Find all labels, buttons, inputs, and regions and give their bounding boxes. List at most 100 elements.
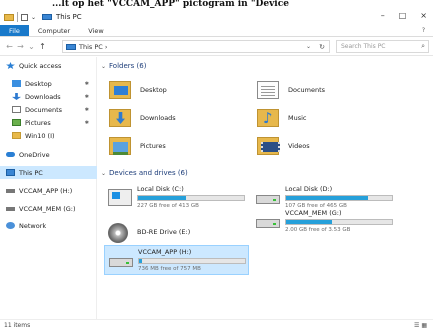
- music-folder-icon: [257, 109, 279, 127]
- drive-capacity-fill: [286, 220, 332, 224]
- toolbar-divider: [17, 12, 18, 22]
- address-bar-row: ← → ⌄ ↑ This PC › ⌄ ↻ Search This PC ⌕: [0, 37, 433, 56]
- this-pc-icon: [42, 14, 53, 20]
- this-pc-icon: [66, 43, 76, 50]
- pin-icon: ✱: [84, 106, 89, 113]
- chevron-down-icon: ⌄: [101, 62, 107, 70]
- drive-capacity-bar: [138, 258, 246, 264]
- folder-item[interactable]: Videos: [257, 133, 397, 159]
- folder-icon[interactable]: [4, 13, 14, 21]
- folder-label: Downloads: [140, 114, 176, 122]
- pin-icon: ✱: [84, 119, 89, 126]
- network-icon: [6, 222, 15, 229]
- videos-folder-icon: [257, 137, 280, 155]
- folder-label: Desktop: [140, 86, 167, 94]
- tab-view[interactable]: View: [79, 25, 112, 36]
- folder-item[interactable]: Documents: [257, 77, 397, 103]
- sidebar-item-label: VCCAM_APP (H:): [19, 186, 73, 195]
- drive-name: BD-RE Drive (E:): [137, 228, 191, 236]
- drive-item[interactable]: Local Disk (C:) 227 GB free of 413 GB: [104, 183, 249, 213]
- drive-capacity-bar: [137, 195, 245, 201]
- window-title: This PC: [56, 13, 82, 21]
- close-button[interactable]: ×: [420, 11, 427, 20]
- sidebar-item-label: OneDrive: [19, 150, 50, 159]
- drive-capacity-bar: [285, 195, 393, 201]
- properties-icon[interactable]: [21, 13, 28, 21]
- usb-drive-icon: [109, 258, 133, 267]
- sidebar-item-label: Downloads: [25, 92, 61, 101]
- forward-button[interactable]: →: [15, 42, 26, 51]
- search-input[interactable]: Search This PC ⌕: [336, 40, 429, 53]
- sidebar-item-label: Pictures: [25, 118, 51, 127]
- caption-strip: ...lt op het "VCCAM_APP" pictogram in "D…: [0, 0, 433, 9]
- folder-label: Music: [288, 114, 307, 122]
- sidebar-item-10[interactable]: Network: [0, 219, 97, 232]
- drive-free-space: 2.00 GB free of 3.53 GB: [285, 227, 351, 233]
- drive-item[interactable]: VCCAM_APP (H:) 736 MB free of 757 MB: [104, 245, 249, 275]
- devices-section-label: Devices and drives (6): [109, 169, 188, 177]
- content-pane: ⌄ Folders (6) Desktop Documents Downloads M…: [97, 57, 433, 319]
- chevron-down-icon[interactable]: ⌄: [306, 41, 311, 53]
- drive-capacity-fill: [138, 196, 186, 200]
- sidebar-item-9[interactable]: VCCAM_MEM (G:): [0, 202, 97, 215]
- folder-item[interactable]: Pictures: [109, 133, 249, 159]
- drive-name: Local Disk (D:): [285, 185, 333, 193]
- tab-file[interactable]: File: [0, 25, 29, 36]
- sidebar-item-label: Desktop: [25, 79, 52, 88]
- sidebar-item-label: This PC: [19, 168, 43, 177]
- folders-section-label: Folders (6): [109, 62, 147, 70]
- item-count: 11 items: [4, 322, 31, 329]
- sidebar-item-0[interactable]: Quick access: [0, 59, 97, 72]
- drive-name: VCCAM_MEM (G:): [285, 209, 342, 217]
- up-button[interactable]: ↑: [37, 42, 48, 51]
- title-bar: ⌄ This PC – □ ×: [0, 9, 433, 25]
- refresh-icon[interactable]: ↻: [319, 41, 325, 53]
- view-toggle-buttons[interactable]: ☰ ▦: [414, 320, 427, 331]
- drive-icon: [6, 188, 15, 193]
- sidebar-item-label: Quick access: [19, 61, 62, 70]
- tab-computer[interactable]: Computer: [29, 25, 79, 36]
- star-icon: [6, 62, 15, 69]
- sidebar-item-1[interactable]: Desktop ✱: [0, 77, 97, 90]
- folder-item[interactable]: Desktop: [109, 77, 249, 103]
- pictures-folder-icon: [109, 137, 131, 155]
- ribbon: File Computer View ?: [0, 25, 433, 37]
- desktop-icon: [12, 80, 21, 87]
- sidebar-item-4[interactable]: Pictures ✱: [0, 116, 97, 129]
- pin-icon: ✱: [84, 80, 89, 87]
- drive-item[interactable]: VCCAM_MEM (G:) 2.00 GB free of 3.53 GB: [252, 207, 397, 237]
- downloads-folder-icon: [109, 109, 131, 127]
- file-explorer-window: ...lt op het "VCCAM_APP" pictogram in "D…: [0, 0, 433, 331]
- folder-icon: [12, 132, 21, 139]
- folder-item[interactable]: Music: [257, 105, 397, 131]
- search-icon[interactable]: ⌕: [421, 41, 425, 52]
- customize-toolbar-icon[interactable]: ⌄: [31, 14, 36, 21]
- this-pc-icon: [6, 169, 15, 176]
- sidebar-item-label: VCCAM_MEM (G:): [19, 204, 76, 213]
- help-icon[interactable]: ?: [422, 27, 425, 34]
- sidebar-item-3[interactable]: Documents ✱: [0, 103, 97, 116]
- sidebar-item-label: Network: [19, 221, 47, 230]
- sidebar-item-label: Documents: [25, 105, 63, 114]
- back-button[interactable]: ←: [4, 42, 15, 51]
- folders-section-header[interactable]: ⌄ Folders (6): [101, 62, 146, 70]
- recent-locations-button[interactable]: ⌄: [26, 42, 37, 51]
- folder-item[interactable]: Downloads: [109, 105, 249, 131]
- drive-free-space: 227 GB free of 413 GB: [137, 203, 199, 209]
- drive-icon: [6, 206, 15, 211]
- sidebar-item-8[interactable]: VCCAM_APP (H:): [0, 184, 97, 197]
- sidebar-item-5[interactable]: Win10 (I): [0, 129, 97, 142]
- address-field[interactable]: This PC › ⌄ ↻: [62, 40, 330, 53]
- quick-access-toolbar: ⌄: [0, 12, 36, 22]
- sidebar-item-2[interactable]: Downloads ✱: [0, 90, 97, 103]
- sidebar-item-7[interactable]: This PC: [0, 166, 97, 179]
- drive-name: Local Disk (C:): [137, 185, 184, 193]
- breadcrumb[interactable]: This PC ›: [79, 43, 107, 51]
- devices-section-header[interactable]: ⌄ Devices and drives (6): [101, 169, 188, 177]
- minimize-button[interactable]: –: [381, 11, 385, 20]
- sidebar-item-label: Win10 (I): [25, 131, 55, 140]
- maximize-button[interactable]: □: [399, 11, 407, 20]
- pictures-icon: [12, 119, 21, 126]
- navigation-pane: Quick access Desktop ✱ Downloads ✱ Documents ✱…: [0, 57, 97, 319]
- sidebar-item-6[interactable]: OneDrive: [0, 148, 97, 161]
